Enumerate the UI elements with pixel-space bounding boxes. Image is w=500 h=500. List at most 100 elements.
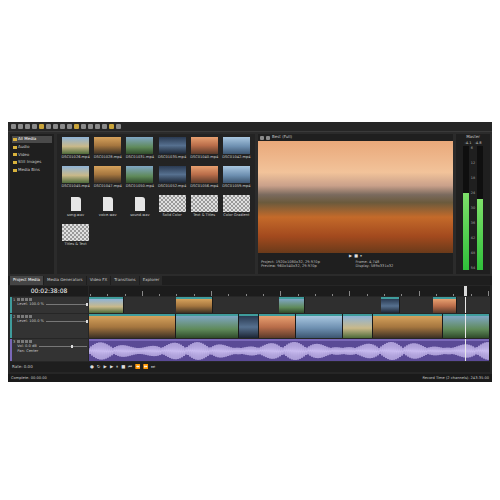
track-button-icon[interactable] <box>25 298 28 301</box>
transport-button[interactable]: ⏪ <box>135 364 140 369</box>
media-item[interactable]: DSC01047.mp4 <box>92 166 123 193</box>
track-button-icon[interactable] <box>21 340 24 343</box>
media-name: DSC01035.mp4 <box>158 155 186 159</box>
transport-button[interactable]: ■ <box>121 364 125 369</box>
transport-button[interactable]: ● <box>90 364 94 369</box>
clip[interactable] <box>89 314 176 338</box>
transport-button[interactable]: ⏭ <box>151 364 155 369</box>
media-item[interactable]: Color Gradient <box>221 195 252 222</box>
tool-icon[interactable] <box>11 124 16 129</box>
track-button-icon[interactable] <box>17 298 20 301</box>
media-item[interactable]: DSC01035.mp4 <box>156 137 187 164</box>
tool-icon[interactable] <box>95 124 100 129</box>
track-button-icon[interactable] <box>25 315 28 318</box>
media-item[interactable]: DSC01045.mp4 <box>60 166 91 193</box>
time-ruler[interactable] <box>89 286 490 296</box>
media-item[interactable]: DSC01040.mp4 <box>189 137 220 164</box>
clip[interactable] <box>296 314 343 338</box>
slider-knob[interactable] <box>86 320 88 323</box>
tool-icon[interactable] <box>74 124 79 129</box>
track-button-icon[interactable] <box>17 340 20 343</box>
tool-icon[interactable] <box>88 124 93 129</box>
media-item[interactable]: DSC01050.mp4 <box>124 166 155 193</box>
tool-icon[interactable] <box>39 124 44 129</box>
media-item[interactable]: sound.wav <box>124 195 155 222</box>
tool-icon[interactable] <box>109 124 114 129</box>
split-icon[interactable] <box>266 136 270 140</box>
preview-button[interactable]: ▶ <box>349 254 352 259</box>
tool-icon[interactable] <box>67 124 72 129</box>
clip[interactable] <box>89 297 124 313</box>
clip[interactable] <box>381 297 399 313</box>
tree-item[interactable]: Audio <box>12 144 52 151</box>
media-item[interactable]: DSC01059.mp4 <box>221 166 252 193</box>
tree-item[interactable]: Still Images <box>12 159 52 166</box>
video-thumbnail <box>126 166 153 183</box>
tab[interactable]: Project Media <box>10 276 43 285</box>
track-button-icon[interactable] <box>21 298 24 301</box>
transport-button[interactable]: ⏮ <box>128 364 132 369</box>
video-preview: Best (Full)▶■⏸Project: 1920x1080x32, 29.… <box>258 134 453 274</box>
tab[interactable]: Video FX <box>87 276 111 285</box>
transport-button[interactable]: ⏩ <box>143 364 148 369</box>
tool-icon[interactable] <box>18 124 23 129</box>
transport-button[interactable]: ↻ <box>97 364 101 369</box>
transport-button[interactable]: ▶ <box>104 364 107 369</box>
track-button-icon[interactable] <box>17 315 20 318</box>
track-slider[interactable] <box>46 304 87 305</box>
slider-knob[interactable] <box>86 303 88 306</box>
media-item[interactable]: Titles & Text <box>60 224 91 251</box>
media-item[interactable]: voice.wav <box>92 195 123 222</box>
tab[interactable]: Media Generators <box>44 276 86 285</box>
tool-icon[interactable] <box>81 124 86 129</box>
tool-icon[interactable] <box>60 124 65 129</box>
clip[interactable] <box>443 314 490 338</box>
track-button-icon[interactable] <box>29 340 32 343</box>
clip[interactable] <box>343 314 373 338</box>
tab[interactable]: Explorer <box>140 276 163 285</box>
tool-icon[interactable] <box>32 124 37 129</box>
track-button-icon[interactable] <box>25 340 28 343</box>
clip[interactable] <box>239 314 259 338</box>
media-item[interactable]: DSC01042.mp4 <box>221 137 252 164</box>
media-item[interactable]: DSC01031.mp4 <box>124 137 155 164</box>
media-item[interactable]: DSC01052.mp4 <box>156 166 187 193</box>
media-item[interactable]: DSC01028.mp4 <box>92 137 123 164</box>
tool-icon[interactable] <box>25 124 30 129</box>
media-item[interactable]: Solid Color <box>156 195 187 222</box>
track-slider[interactable] <box>39 346 87 347</box>
settings-icon[interactable] <box>260 136 264 140</box>
preview-quality[interactable]: Best (Full) <box>272 135 292 140</box>
media-item[interactable]: DSC01056.mp4 <box>189 166 220 193</box>
tree-item[interactable]: Video <box>12 152 52 159</box>
media-name: Color Gradient <box>223 213 249 217</box>
media-item[interactable]: Text & Titles <box>189 195 220 222</box>
tool-icon[interactable] <box>102 124 107 129</box>
clip[interactable] <box>176 297 213 313</box>
track-button-icon[interactable] <box>29 315 32 318</box>
clip[interactable] <box>373 314 443 338</box>
tree-item[interactable]: All Media <box>12 136 52 143</box>
transport-button[interactable]: ⏸ <box>116 364 118 369</box>
playhead[interactable] <box>464 286 467 296</box>
clip[interactable] <box>433 297 456 313</box>
slider-knob[interactable] <box>71 345 73 348</box>
tree-item[interactable]: Media Bins <box>12 167 52 174</box>
tool-icon[interactable] <box>116 124 121 129</box>
clip[interactable] <box>259 314 296 338</box>
clip[interactable] <box>89 339 490 361</box>
track-slider[interactable] <box>46 321 87 322</box>
clip[interactable] <box>176 314 239 338</box>
media-item[interactable]: song.wav <box>60 195 91 222</box>
tool-icon[interactable] <box>53 124 58 129</box>
preview-button[interactable]: ■ <box>354 254 358 259</box>
track-button-icon[interactable] <box>21 315 24 318</box>
clip[interactable] <box>279 297 304 313</box>
tab[interactable]: Transitions <box>111 276 138 285</box>
preview-button[interactable]: ⏸ <box>360 254 362 259</box>
track-button-icon[interactable] <box>29 298 32 301</box>
tool-icon[interactable] <box>46 124 51 129</box>
transport-button[interactable]: ▶ <box>110 364 113 369</box>
media-item[interactable]: DSC01026.mp4 <box>60 137 91 164</box>
track-header: 3Vol: 0.0 dBPan: Center <box>10 339 88 361</box>
